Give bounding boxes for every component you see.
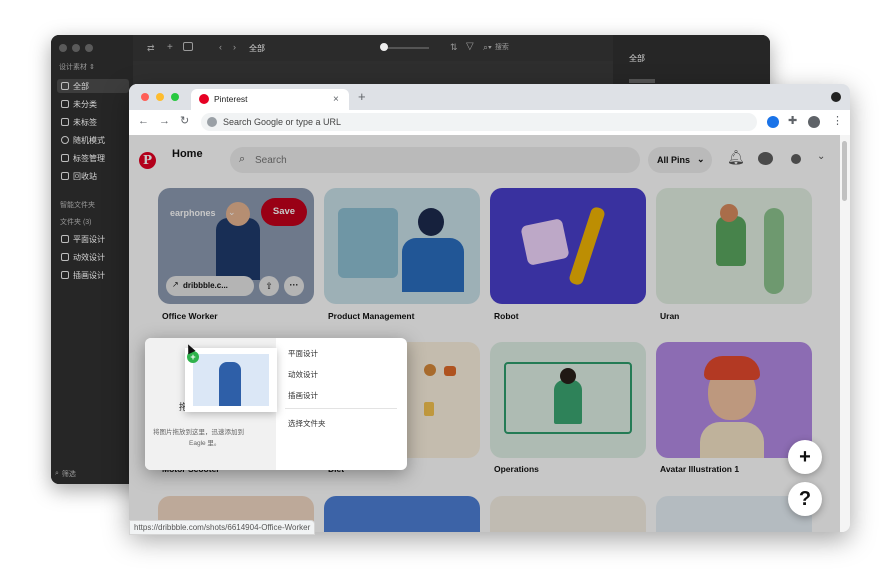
eagle-zoom-dot[interactable] bbox=[85, 44, 93, 52]
drop-hint-line: Eagle 里。 bbox=[189, 440, 221, 447]
back-icon[interactable]: ← bbox=[138, 116, 149, 127]
omnibox[interactable]: Search Google or type a URL bbox=[201, 113, 757, 131]
grid-icon bbox=[61, 82, 69, 90]
shuffle-icon bbox=[61, 136, 69, 144]
popup-folder-graphic-design[interactable]: 平面设计 bbox=[288, 348, 318, 359]
chrome-minimize-dot[interactable] bbox=[156, 93, 164, 101]
tab-pinterest[interactable]: Pinterest × bbox=[191, 89, 349, 110]
slider-handle[interactable] bbox=[380, 43, 388, 51]
eagle-close-dot[interactable] bbox=[59, 44, 67, 52]
more-vertical-icon[interactable]: ⋮ bbox=[832, 116, 843, 127]
pinterest-favicon bbox=[199, 94, 209, 104]
folder-icon bbox=[61, 253, 69, 261]
eagle-item-all[interactable]: 全部 bbox=[57, 79, 129, 93]
status-bar-url: https://dribbble.com/shots/6614904-Offic… bbox=[129, 520, 316, 535]
eagle-folder-motion-design[interactable]: 动效设计 bbox=[57, 250, 129, 264]
eagle-item-random[interactable]: 随机模式 bbox=[57, 133, 129, 147]
forward-icon[interactable]: › bbox=[233, 42, 236, 52]
folder-icon bbox=[61, 235, 69, 243]
chrome-tab-strip: Pinterest × + bbox=[129, 84, 850, 110]
folder-icon bbox=[61, 271, 69, 279]
drop-hint-line: 将图片拖放到这里，迅速添加到 bbox=[153, 429, 244, 436]
eagle-folder-illustration[interactable]: 插画设计 bbox=[57, 268, 129, 282]
swap-icon[interactable]: ⇄ bbox=[147, 43, 155, 54]
eagle-minimize-dot[interactable] bbox=[72, 44, 80, 52]
eagle-item-uncategorized[interactable]: 未分类 bbox=[57, 97, 129, 111]
extension-eagle-icon[interactable] bbox=[767, 116, 779, 128]
popup-folder-motion-design[interactable]: 动效设计 bbox=[288, 369, 318, 380]
forward-icon[interactable]: → bbox=[159, 116, 170, 127]
library-switcher[interactable]: 设计素材 ⇕ bbox=[59, 62, 95, 72]
create-plus-button[interactable]: + bbox=[788, 440, 822, 474]
chrome-zoom-dot[interactable] bbox=[171, 93, 179, 101]
search-icon: ⌕ bbox=[55, 470, 59, 477]
popup-divider bbox=[285, 408, 397, 409]
new-tab-icon[interactable]: + bbox=[358, 90, 366, 103]
profile-avatar-icon[interactable] bbox=[808, 116, 820, 128]
filter-icon[interactable]: ▽ bbox=[466, 41, 474, 52]
popup-choose-folder[interactable]: 选择文件夹 bbox=[288, 418, 326, 429]
inspector-stat-bar bbox=[629, 79, 655, 83]
eagle-item-tag-manager[interactable]: 标签管理 bbox=[57, 151, 129, 165]
drag-dim-overlay bbox=[129, 135, 840, 532]
back-icon[interactable]: ‹ bbox=[219, 42, 222, 52]
eagle-view-title: 全部 bbox=[249, 44, 265, 53]
inspector-title: 全部 bbox=[629, 54, 645, 63]
google-g-icon bbox=[207, 117, 217, 127]
search-icon: ⌕▾ bbox=[483, 41, 492, 52]
tab-title: Pinterest bbox=[214, 94, 248, 104]
eagle-sidebar: 设计素材 ⇕ 全部 未分类 未标签 随机模式 标签管理 回收站 智能文件夹 文件… bbox=[51, 35, 134, 484]
chrome-address-bar: ← → ↻ Search Google or type a URL ✚ ⋮ bbox=[129, 110, 850, 136]
extensions-puzzle-icon[interactable]: ✚ bbox=[788, 116, 797, 127]
thumbnail-size-slider[interactable] bbox=[383, 47, 429, 49]
page-scrollbar-thumb[interactable] bbox=[842, 141, 847, 201]
sidebar-toggle-icon[interactable] bbox=[183, 42, 193, 51]
chrome-close-dot[interactable] bbox=[141, 93, 149, 101]
folder-icon bbox=[61, 100, 69, 108]
eagle-search-input[interactable]: ⌕▾ 搜索 bbox=[483, 39, 567, 55]
eagle-item-untagged[interactable]: 未标签 bbox=[57, 115, 129, 129]
eagle-item-trash[interactable]: 回收站 bbox=[57, 169, 129, 183]
eagle-drop-popup: 拖 将图片拖放到这里，迅速添加到 Eagle 里。 + 平面设计 动效设计 插画… bbox=[145, 338, 407, 470]
folders-heading: 文件夹 (3) bbox=[60, 219, 92, 226]
eagle-folder-graphic-design[interactable]: 平面设计 bbox=[57, 232, 129, 246]
pinterest-page: P Home ⌕ Search All Pins ⌄ 🔔︎ ⌄ earphone… bbox=[129, 135, 840, 532]
tags-icon bbox=[61, 154, 69, 162]
address-input[interactable]: Search Google or type a URL bbox=[223, 117, 341, 127]
close-tab-icon[interactable]: × bbox=[333, 94, 339, 105]
sort-icon[interactable]: ⇅ bbox=[450, 42, 458, 53]
popup-folder-illustration[interactable]: 插画设计 bbox=[288, 390, 318, 401]
reload-icon[interactable]: ↻ bbox=[180, 116, 189, 127]
smart-folder-heading: 智能文件夹 bbox=[60, 202, 95, 209]
tag-icon bbox=[61, 118, 69, 126]
help-button[interactable]: ? bbox=[788, 482, 822, 516]
thumbnail-person bbox=[219, 362, 241, 406]
chrome-menu-dot-icon[interactable] bbox=[831, 92, 841, 102]
add-icon[interactable]: + bbox=[167, 42, 173, 53]
eagle-filter[interactable]: ⌕ 筛选 bbox=[55, 469, 76, 479]
trash-icon bbox=[61, 172, 69, 180]
